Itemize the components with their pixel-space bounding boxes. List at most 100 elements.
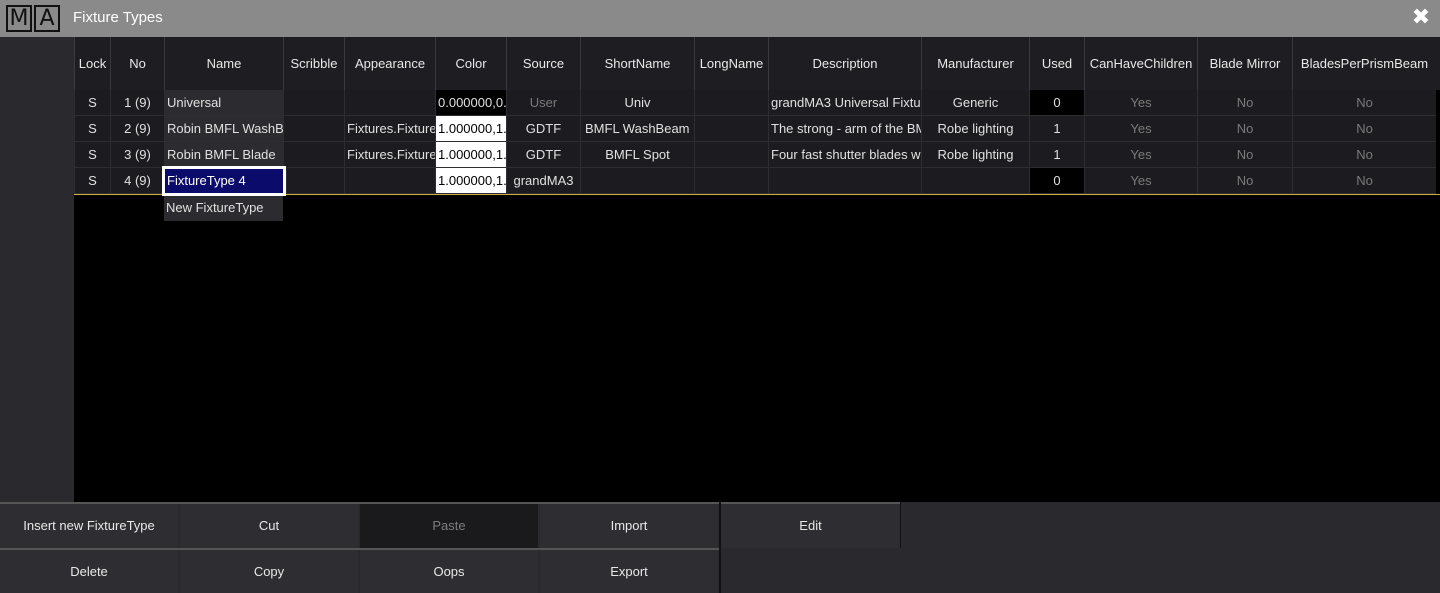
close-icon[interactable]: ✖ (1410, 7, 1432, 29)
ma-logo: M A (6, 5, 60, 32)
cell-bladesperprismbeam[interactable]: No (1292, 90, 1436, 116)
cell-manufacturer[interactable] (921, 168, 1029, 194)
cell-blade-mirror[interactable]: No (1197, 90, 1292, 116)
cell-appearance[interactable] (344, 90, 435, 116)
new-fixturetype-row[interactable]: New FixtureType (164, 195, 283, 221)
cell-scribble[interactable] (283, 90, 344, 116)
cell-canhavechildren[interactable]: Yes (1084, 90, 1197, 116)
import-button[interactable]: Import (540, 504, 718, 548)
cell-appearance[interactable]: Fixtures.Fixture (344, 116, 435, 142)
logo-letter-a: A (34, 5, 60, 32)
col-header-lock[interactable]: Lock (74, 37, 110, 90)
table-row[interactable]: S 3 (9) Robin BMFL Blade Fixtures.Fixtur… (74, 142, 1440, 168)
cell-name[interactable]: Universal (164, 90, 283, 116)
cell-scribble[interactable] (286, 168, 344, 194)
oops-button[interactable]: Oops (360, 550, 538, 593)
delete-button[interactable]: Delete (0, 550, 178, 593)
button-bar: Insert new FixtureType Cut Paste Import … (0, 502, 1440, 593)
cell-name[interactable]: Robin BMFL Blade (164, 142, 283, 168)
cell-shortname[interactable] (580, 168, 694, 194)
paste-button[interactable]: Paste (360, 504, 538, 548)
cell-bladesperprismbeam[interactable]: No (1292, 142, 1436, 168)
col-header-appearance[interactable]: Appearance (344, 37, 435, 90)
col-header-canhavechildren[interactable]: CanHaveChildren (1084, 37, 1197, 90)
cell-longname[interactable] (694, 116, 768, 142)
cell-lock[interactable]: S (74, 116, 110, 142)
cell-description[interactable] (768, 168, 921, 194)
col-header-longname[interactable]: LongName (694, 37, 768, 90)
title-bar: M A Fixture Types ✖ (0, 0, 1440, 37)
cell-source[interactable]: User (506, 90, 580, 116)
cell-no[interactable]: 2 (9) (110, 116, 164, 142)
cell-scribble[interactable] (283, 142, 344, 168)
copy-button[interactable]: Copy (180, 550, 358, 593)
fixture-types-table: Lock No Name Scribble Appearance Color S… (74, 37, 1440, 502)
cell-appearance[interactable]: Fixtures.Fixture (344, 142, 435, 168)
cell-color[interactable]: 1.000000,1. (435, 168, 506, 194)
cell-bladesperprismbeam[interactable]: No (1292, 168, 1436, 194)
cell-source[interactable]: GDTF (506, 116, 580, 142)
cell-lock[interactable]: S (74, 90, 110, 116)
col-header-manufacturer[interactable]: Manufacturer (921, 37, 1029, 90)
cell-description[interactable]: The strong - arm of the BMFL (768, 116, 921, 142)
table-header: Lock No Name Scribble Appearance Color S… (74, 37, 1440, 90)
table-row[interactable]: S 4 (9) FixtureType 4 1.000000,1. grandM… (74, 166, 1440, 196)
export-button[interactable]: Export (540, 550, 718, 593)
table-row[interactable]: S 2 (9) Robin BMFL WashBeam Fixtures.Fix… (74, 116, 1440, 142)
cell-used[interactable]: 0 (1029, 168, 1084, 194)
cell-manufacturer[interactable]: Robe lighting (921, 116, 1029, 142)
cell-scribble[interactable] (283, 116, 344, 142)
window-title: Fixture Types (73, 9, 163, 26)
cell-shortname[interactable]: Univ (580, 90, 694, 116)
logo-letter-m: M (6, 5, 32, 32)
col-header-blade-mirror[interactable]: Blade Mirror (1197, 37, 1292, 90)
cell-lock[interactable]: S (74, 142, 110, 168)
cell-longname[interactable] (694, 90, 768, 116)
edit-right-divider (900, 502, 901, 548)
cell-source[interactable]: grandMA3 (506, 168, 580, 194)
cell-used[interactable]: 1 (1029, 116, 1084, 142)
cell-manufacturer[interactable]: Generic (921, 90, 1029, 116)
cell-description[interactable]: Four fast shutter blades with (768, 142, 921, 168)
col-header-bladesperprismbeam[interactable]: BladesPerPrismBeam (1292, 37, 1436, 90)
left-gutter (0, 37, 74, 502)
col-header-used[interactable]: Used (1029, 37, 1084, 90)
cell-used[interactable]: 1 (1029, 142, 1084, 168)
cell-name-selected[interactable]: FixtureType 4 (162, 166, 286, 196)
cell-no[interactable]: 4 (9) (110, 168, 164, 194)
cell-source[interactable]: GDTF (506, 142, 580, 168)
cell-color[interactable]: 1.000000,1. (435, 116, 506, 142)
cell-blade-mirror[interactable]: No (1197, 116, 1292, 142)
edit-button[interactable]: Edit (721, 504, 900, 548)
cell-longname[interactable] (694, 142, 768, 168)
cell-longname[interactable] (694, 168, 768, 194)
table-row[interactable]: S 1 (9) Universal 0.000000,0. User Univ … (74, 90, 1440, 116)
cell-blade-mirror[interactable]: No (1197, 142, 1292, 168)
cell-name[interactable]: Robin BMFL WashBeam (164, 116, 283, 142)
col-header-source[interactable]: Source (506, 37, 580, 90)
col-header-description[interactable]: Description (768, 37, 921, 90)
col-header-no[interactable]: No (110, 37, 164, 90)
insert-new-fixturetype-button[interactable]: Insert new FixtureType (0, 504, 178, 548)
cell-description[interactable]: grandMA3 Universal Fixture (768, 90, 921, 116)
cut-button[interactable]: Cut (180, 504, 358, 548)
cell-appearance[interactable] (344, 168, 435, 194)
cell-no[interactable]: 3 (9) (110, 142, 164, 168)
col-header-scribble[interactable]: Scribble (283, 37, 344, 90)
cell-shortname[interactable]: BMFL Spot (580, 142, 694, 168)
cell-shortname[interactable]: BMFL WashBeam (580, 116, 694, 142)
cell-bladesperprismbeam[interactable]: No (1292, 116, 1436, 142)
cell-blade-mirror[interactable]: No (1197, 168, 1292, 194)
cell-canhavechildren[interactable]: Yes (1084, 116, 1197, 142)
cell-canhavechildren[interactable]: Yes (1084, 142, 1197, 168)
cell-color[interactable]: 1.000000,1. (435, 142, 506, 168)
col-header-color[interactable]: Color (435, 37, 506, 90)
cell-lock[interactable]: S (74, 168, 110, 194)
col-header-name[interactable]: Name (164, 37, 283, 90)
cell-no[interactable]: 1 (9) (110, 90, 164, 116)
col-header-shortname[interactable]: ShortName (580, 37, 694, 90)
cell-canhavechildren[interactable]: Yes (1084, 168, 1197, 194)
cell-used[interactable]: 0 (1029, 90, 1084, 116)
cell-manufacturer[interactable]: Robe lighting (921, 142, 1029, 168)
cell-color[interactable]: 0.000000,0. (435, 90, 506, 116)
